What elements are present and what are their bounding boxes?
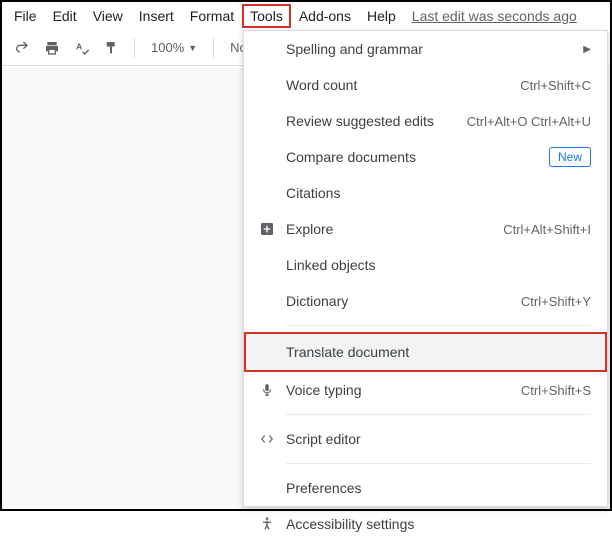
paint-format-icon[interactable] — [98, 34, 126, 62]
menu-item-label: Citations — [286, 185, 591, 201]
menu-item-label: Linked objects — [286, 257, 591, 273]
menu-separator — [286, 463, 591, 464]
menu-tools[interactable]: Tools — [242, 4, 291, 28]
menu-item-accel: Ctrl+Shift+C — [520, 78, 591, 93]
menu-insert[interactable]: Insert — [131, 4, 182, 28]
menubar: File Edit View Insert Format Tools Add-o… — [2, 2, 610, 30]
menu-item-compare[interactable]: Compare documents New — [244, 139, 607, 175]
menu-item-label: Word count — [286, 77, 520, 93]
menu-item-script[interactable]: Script editor — [244, 421, 607, 457]
menu-file[interactable]: File — [6, 4, 45, 28]
menu-item-label: Spelling and grammar — [286, 41, 583, 57]
menu-item-label: Translate document — [286, 344, 591, 360]
script-icon — [256, 429, 278, 449]
submenu-arrow-icon: ▶ — [583, 44, 591, 55]
blank-icon — [256, 342, 278, 362]
menu-item-voice[interactable]: Voice typing Ctrl+Shift+S — [244, 372, 607, 408]
menu-item-review[interactable]: Review suggested edits Ctrl+Alt+O Ctrl+A… — [244, 103, 607, 139]
menu-addons[interactable]: Add-ons — [291, 4, 359, 28]
svg-text:A: A — [76, 41, 83, 51]
menu-item-dictionary[interactable]: Dictionary Ctrl+Shift+Y — [244, 283, 607, 319]
menu-item-translate[interactable]: Translate document — [244, 332, 607, 372]
menu-item-label: Accessibility settings — [286, 516, 591, 532]
mic-icon — [256, 380, 278, 400]
menu-item-wordcount[interactable]: Word count Ctrl+Shift+C — [244, 67, 607, 103]
menu-item-label: Dictionary — [286, 293, 521, 309]
zoom-selector[interactable]: 100% ▼ — [143, 40, 205, 55]
menu-item-label: Script editor — [286, 431, 591, 447]
menu-format[interactable]: Format — [182, 4, 242, 28]
blank-icon — [256, 111, 278, 131]
menu-separator — [286, 325, 591, 326]
explore-icon — [256, 219, 278, 239]
toolbar-separator — [213, 38, 214, 58]
menu-item-label: Compare documents — [286, 149, 549, 165]
blank-icon — [256, 255, 278, 275]
tools-dropdown: Spelling and grammar ▶ Word count Ctrl+S… — [243, 30, 608, 507]
last-edit-link[interactable]: Last edit was seconds ago — [412, 8, 577, 24]
menu-item-linked[interactable]: Linked objects — [244, 247, 607, 283]
menu-separator — [286, 414, 591, 415]
print-icon[interactable] — [38, 34, 66, 62]
menu-item-explore[interactable]: Explore Ctrl+Alt+Shift+I — [244, 211, 607, 247]
blank-icon — [256, 75, 278, 95]
menu-help[interactable]: Help — [359, 4, 404, 28]
menu-item-accel: Ctrl+Shift+Y — [521, 294, 591, 309]
menu-item-label: Review suggested edits — [286, 113, 467, 129]
chevron-down-icon: ▼ — [188, 43, 197, 53]
menu-item-accel: Ctrl+Alt+Shift+I — [503, 222, 591, 237]
redo-icon[interactable] — [8, 34, 36, 62]
menu-item-citations[interactable]: Citations — [244, 175, 607, 211]
menu-item-spelling[interactable]: Spelling and grammar ▶ — [244, 31, 607, 67]
menu-item-preferences[interactable]: Preferences — [244, 470, 607, 506]
menu-item-label: Preferences — [286, 480, 591, 496]
menu-item-label: Voice typing — [286, 382, 521, 398]
blank-icon — [256, 39, 278, 59]
menu-edit[interactable]: Edit — [45, 4, 85, 28]
blank-icon — [256, 291, 278, 311]
blank-icon — [256, 183, 278, 203]
menu-item-accel: Ctrl+Alt+O Ctrl+Alt+U — [467, 114, 591, 129]
menu-item-accel: Ctrl+Shift+S — [521, 383, 591, 398]
spellcheck-icon[interactable]: A — [68, 34, 96, 62]
accessibility-icon — [256, 514, 278, 534]
menu-item-label: Explore — [286, 221, 503, 237]
new-badge: New — [549, 147, 591, 167]
zoom-value: 100% — [151, 40, 184, 55]
menu-item-accessibility[interactable]: Accessibility settings — [244, 506, 607, 542]
blank-icon — [256, 478, 278, 498]
blank-icon — [256, 147, 278, 167]
menu-view[interactable]: View — [85, 4, 131, 28]
toolbar-separator — [134, 38, 135, 58]
